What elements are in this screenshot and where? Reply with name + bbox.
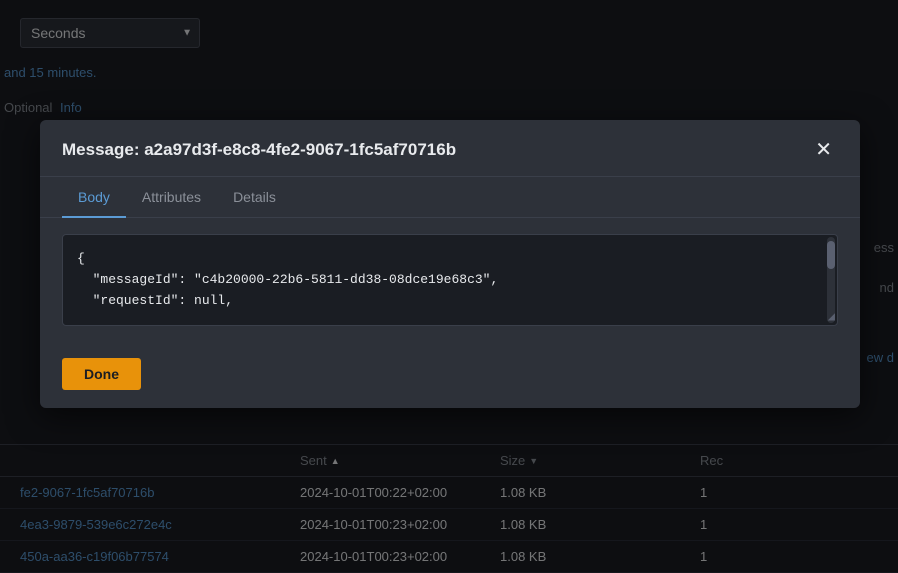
modal-body: { "messageId": "c4b20000-22b6-5811-dd38-…: [40, 218, 860, 346]
modal-title: Message: a2a97d3f-e8c8-4fe2-9067-1fc5af7…: [62, 140, 456, 160]
done-button[interactable]: Done: [62, 358, 141, 390]
code-line-1: {: [77, 249, 823, 270]
modal: Message: a2a97d3f-e8c8-4fe2-9067-1fc5af7…: [40, 120, 860, 408]
modal-close-button[interactable]: ✕: [809, 138, 838, 162]
tab-body[interactable]: Body: [62, 177, 126, 217]
modal-footer: Done: [40, 346, 860, 408]
tab-attributes[interactable]: Attributes: [126, 177, 217, 217]
code-line-3: "requestId": null,: [77, 291, 823, 312]
modal-header: Message: a2a97d3f-e8c8-4fe2-9067-1fc5af7…: [40, 120, 860, 177]
tab-details[interactable]: Details: [217, 177, 292, 217]
resize-handle[interactable]: ◢: [821, 309, 835, 323]
scrollbar-thumb[interactable]: [827, 241, 835, 269]
code-line-2: "messageId": "c4b20000-22b6-5811-dd38-08…: [77, 270, 823, 291]
modal-tabs: Body Attributes Details: [40, 177, 860, 218]
code-block: { "messageId": "c4b20000-22b6-5811-dd38-…: [62, 234, 838, 326]
